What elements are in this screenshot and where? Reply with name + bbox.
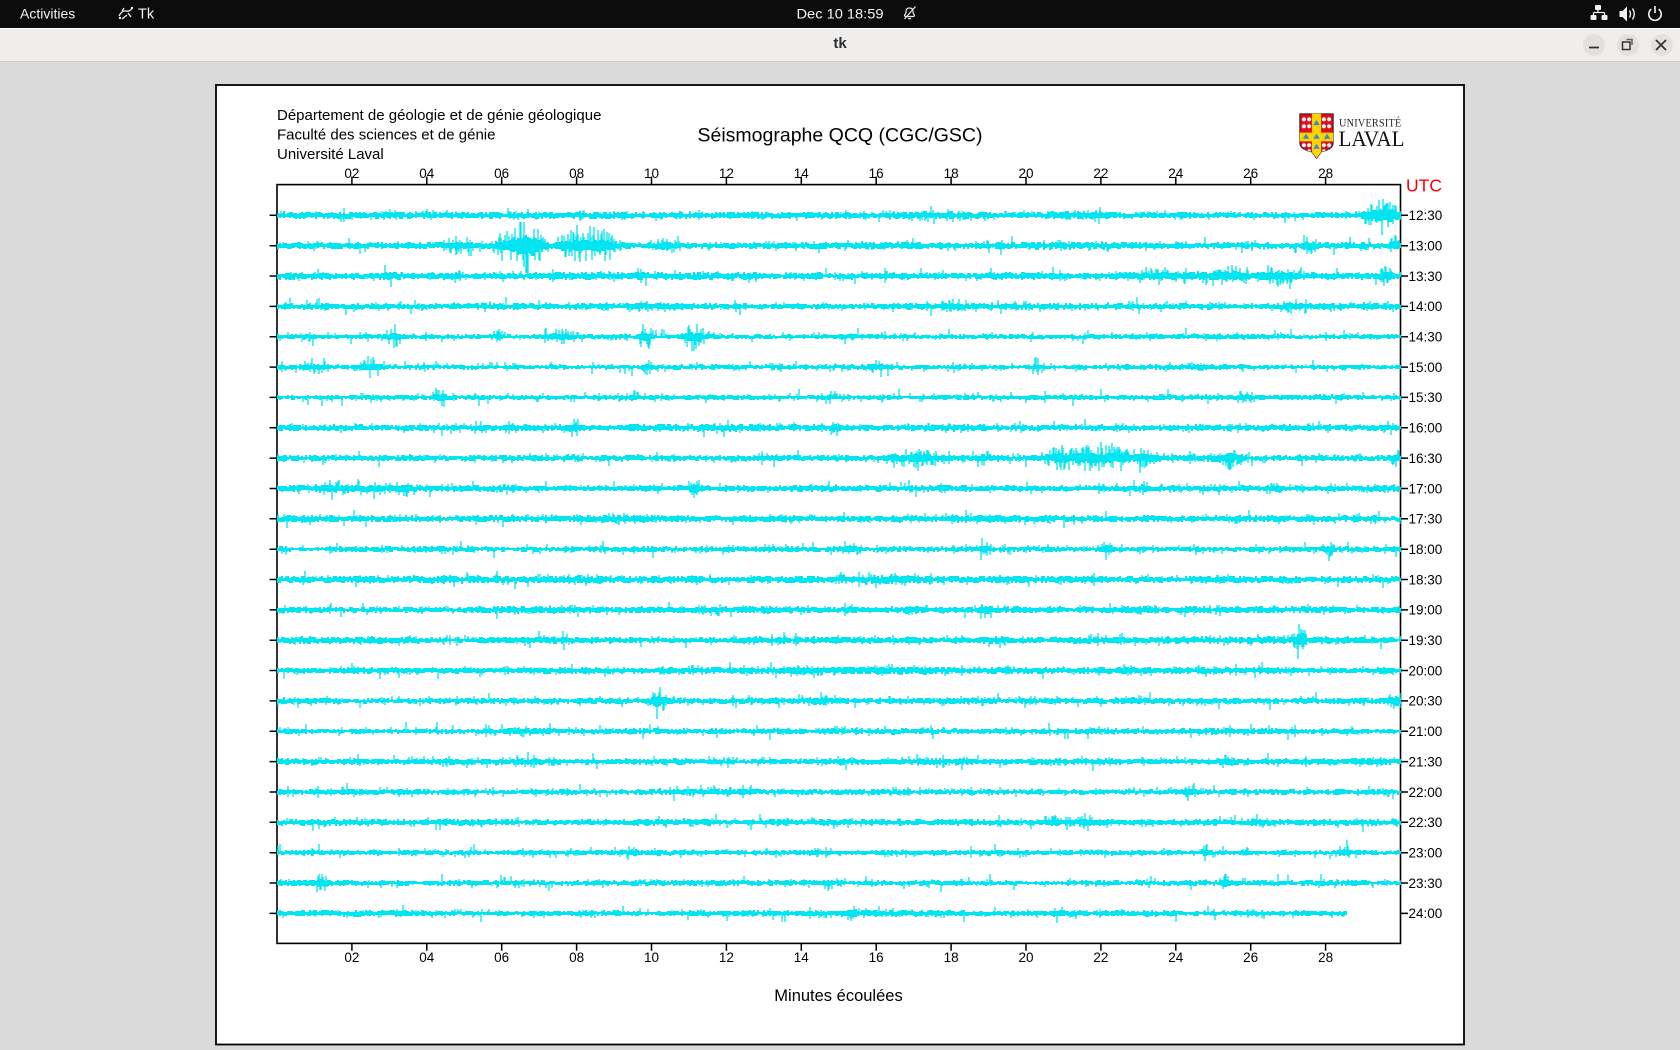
svg-text:13:30: 13:30	[1409, 269, 1443, 284]
svg-text:Département de géologie et de: Département de géologie et de génie géol…	[277, 107, 601, 124]
svg-text:Séismographe QCQ (CGC/GSC): Séismographe QCQ (CGC/GSC)	[698, 125, 983, 147]
svg-text:26: 26	[1243, 950, 1258, 965]
svg-text:18: 18	[944, 950, 959, 965]
svg-text:04: 04	[419, 950, 435, 965]
svg-text:Université Laval: Université Laval	[277, 146, 384, 163]
svg-text:20: 20	[1018, 950, 1033, 965]
svg-text:Faculté des sciences et de gén: Faculté des sciences et de génie	[277, 127, 495, 144]
svg-text:20:30: 20:30	[1409, 694, 1443, 709]
svg-text:14:30: 14:30	[1409, 330, 1443, 345]
svg-text:22: 22	[1093, 166, 1108, 181]
svg-text:19:30: 19:30	[1409, 633, 1443, 648]
svg-text:19:00: 19:00	[1409, 603, 1443, 618]
svg-text:10: 10	[644, 166, 659, 181]
svg-text:13:00: 13:00	[1409, 239, 1443, 254]
svg-text:24: 24	[1168, 950, 1184, 965]
svg-text:18:00: 18:00	[1409, 542, 1443, 557]
svg-text:18:30: 18:30	[1409, 572, 1443, 587]
svg-text:20:00: 20:00	[1409, 663, 1443, 678]
svg-text:23:00: 23:00	[1409, 846, 1443, 861]
svg-text:22:00: 22:00	[1409, 785, 1443, 800]
svg-text:12:30: 12:30	[1409, 208, 1443, 223]
svg-text:06: 06	[494, 950, 509, 965]
svg-text:08: 08	[569, 166, 584, 181]
svg-text:LAVAL: LAVAL	[1339, 126, 1405, 151]
svg-text:22:30: 22:30	[1409, 815, 1443, 830]
svg-text:12: 12	[719, 166, 734, 181]
svg-text:16:30: 16:30	[1409, 451, 1443, 466]
svg-text:Dec 10 18:59: Dec 10 18:59	[797, 5, 884, 21]
svg-text:02: 02	[344, 950, 359, 965]
svg-text:15:30: 15:30	[1409, 390, 1443, 405]
svg-text:21:00: 21:00	[1409, 724, 1443, 739]
svg-text:28: 28	[1318, 166, 1333, 181]
svg-text:26: 26	[1243, 166, 1258, 181]
svg-text:16:00: 16:00	[1409, 421, 1443, 436]
svg-text:18: 18	[944, 166, 959, 181]
svg-text:06: 06	[494, 166, 509, 181]
svg-text:24: 24	[1168, 166, 1184, 181]
svg-text:24:00: 24:00	[1409, 906, 1443, 921]
svg-text:Tk: Tk	[138, 7, 155, 23]
svg-text:Minutes écoulées: Minutes écoulées	[774, 987, 902, 1005]
svg-text:UTC: UTC	[1406, 175, 1442, 195]
svg-text:10: 10	[644, 950, 659, 965]
svg-text:16: 16	[869, 166, 884, 181]
svg-text:02: 02	[344, 166, 359, 181]
svg-text:14:00: 14:00	[1409, 299, 1443, 314]
svg-text:15:00: 15:00	[1409, 360, 1443, 375]
svg-text:23:30: 23:30	[1409, 876, 1443, 891]
svg-text:22: 22	[1093, 950, 1108, 965]
svg-text:14: 14	[794, 166, 810, 181]
svg-text:04: 04	[419, 166, 435, 181]
svg-text:17:30: 17:30	[1409, 512, 1443, 527]
svg-text:12: 12	[719, 950, 734, 965]
svg-text:14: 14	[794, 950, 810, 965]
svg-text:17:00: 17:00	[1409, 481, 1443, 496]
svg-text:20: 20	[1018, 166, 1033, 181]
svg-text:28: 28	[1318, 950, 1333, 965]
svg-text:Activities: Activities	[20, 6, 75, 22]
svg-text:21:30: 21:30	[1409, 754, 1443, 769]
svg-text:08: 08	[569, 950, 584, 965]
svg-text:16: 16	[869, 950, 884, 965]
